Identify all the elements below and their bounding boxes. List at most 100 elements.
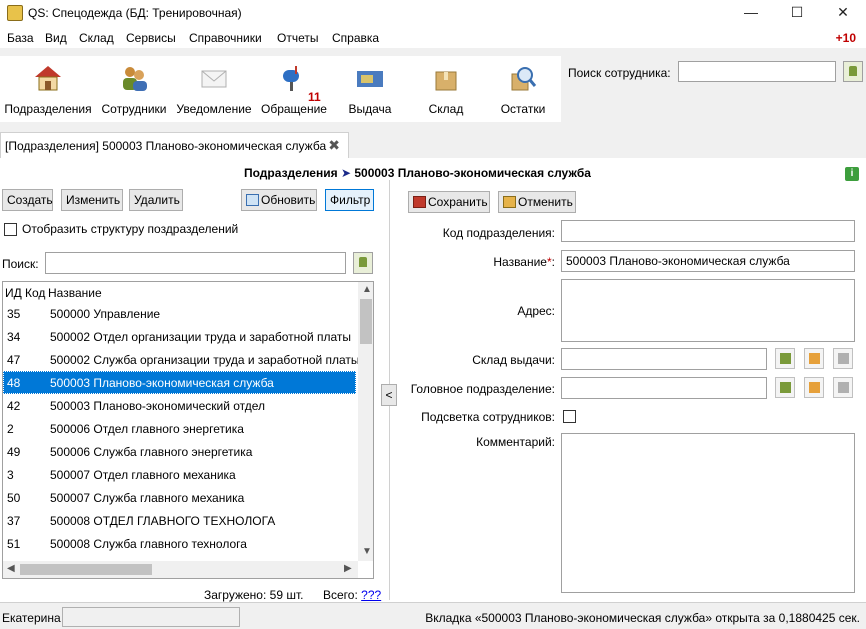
departments-list: ИД Код Название 35 500000 Управление 34 500… [2, 281, 374, 579]
list-item[interactable]: 3 500007 Отдел главного механика [3, 463, 356, 486]
loaded-count: Загружено: 59 шт. [204, 588, 304, 602]
list-search-label: Поиск: [2, 257, 39, 271]
total-count: Всего: ??? [323, 588, 381, 602]
column-name[interactable]: Название [48, 286, 102, 300]
employee-search-button[interactable] [843, 61, 863, 82]
menu-view[interactable]: Вид [45, 31, 67, 45]
find-icon [780, 382, 791, 393]
warehouse-label: Склад выдачи: [472, 353, 555, 367]
list-item[interactable]: 50 500007 Служба главного механика [3, 486, 356, 509]
list-item[interactable]: 37 500008 ОТДЕЛ ГЛАВНОГО ТЕХНОЛОГА [3, 509, 356, 532]
toolbar-stock-button[interactable]: Остатки [492, 56, 554, 120]
tab-department-500003[interactable]: [Подразделения] 500003 Планово-экономиче… [0, 132, 349, 158]
horizontal-scrollbar[interactable]: ◀ ▶ [3, 561, 358, 578]
name-input[interactable]: 500003 Планово-экономическая служба [561, 250, 855, 272]
list-item[interactable]: 2 500006 Отдел главного энергетика [3, 417, 356, 440]
comment-input[interactable] [561, 433, 855, 593]
toolbar-warehouse-button[interactable]: Склад [414, 56, 478, 120]
menu-warehouse[interactable]: Склад [79, 31, 114, 45]
people-icon [123, 67, 147, 91]
save-button[interactable]: Сохранить [408, 191, 490, 213]
save-label: Сохранить [428, 195, 488, 209]
toolbar-notification-button[interactable]: Уведомление [176, 56, 252, 120]
list-item[interactable]: 34 500002 Отдел организации труда и зараб… [3, 325, 356, 348]
menu-directories[interactable]: Справочники [189, 31, 262, 45]
parent-input[interactable] [561, 377, 767, 399]
list-item-name: 500007 Отдел главного механика [50, 468, 236, 482]
menu-help[interactable]: Справка [332, 31, 379, 45]
code-input[interactable] [561, 220, 855, 242]
list-item[interactable]: 48 500003 Планово-экономическая служба [3, 371, 356, 394]
list-item-name: 500006 Отдел главного энергетика [50, 422, 244, 436]
edit-icon [838, 353, 849, 364]
status-progress-box [62, 607, 240, 627]
updates-indicator[interactable]: +10 [836, 31, 856, 45]
cancel-label: Отменить [518, 195, 573, 209]
refresh-button[interactable]: Обновить [241, 189, 317, 211]
employee-search-input[interactable] [678, 61, 836, 82]
delete-button[interactable]: Удалить [129, 189, 183, 211]
box-icon [435, 71, 457, 91]
structure-checkbox[interactable] [4, 223, 17, 236]
scroll-right-icon[interactable]: ▶ [344, 563, 352, 574]
maximize-button[interactable]: ☐ [774, 0, 820, 26]
mailbox-icon [283, 66, 299, 91]
list-item-name: 500008 Служба главного технолога [50, 537, 247, 551]
toolbar-button-label: Выдача [348, 102, 392, 116]
list-search-input[interactable] [45, 252, 346, 274]
toolbar-employees-button[interactable]: Сотрудники [98, 56, 170, 120]
warehouse-input[interactable] [561, 348, 767, 370]
magnifier-icon [511, 67, 537, 91]
list-item-id: 47 [7, 353, 21, 367]
scroll-thumb[interactable] [20, 564, 152, 575]
address-input[interactable] [561, 279, 855, 342]
parent-edit-button[interactable] [833, 377, 853, 398]
list-item[interactable]: 51 500008 Служба главного технолога [3, 532, 356, 555]
toolbar-request-button[interactable]: 11 Обращение [260, 56, 328, 120]
column-id[interactable]: ИД [5, 286, 22, 300]
create-button[interactable]: Создать [2, 189, 53, 211]
filter-button[interactable]: Фильтр [325, 189, 374, 211]
warehouse-select-button[interactable] [804, 348, 824, 369]
list-item[interactable]: 35 500000 Управление [3, 302, 356, 325]
highlight-checkbox[interactable] [563, 410, 576, 423]
breadcrumb-arrow-icon: ➤ [340, 166, 351, 180]
parent-find-button[interactable] [775, 377, 795, 398]
scroll-down-icon[interactable]: ▼ [362, 546, 372, 557]
info-icon[interactable]: i [845, 167, 859, 181]
code-label: Код подразделения: [442, 226, 555, 240]
list-item[interactable]: 42 500003 Планово-экономический отдел [3, 394, 356, 417]
toolbar-issue-button[interactable]: Выдача [340, 56, 400, 120]
breadcrumb: Подразделения ➤ 500003 Планово-экономиче… [244, 166, 591, 180]
select-icon [809, 353, 820, 364]
list-item[interactable]: 49 500006 Служба главного энергетика [3, 440, 356, 463]
column-code[interactable]: Код [25, 286, 45, 300]
menu-baza[interactable]: База [7, 31, 34, 45]
total-link[interactable]: ??? [361, 588, 381, 602]
cancel-button[interactable]: Отменить [498, 191, 576, 213]
envelope-icon [201, 70, 227, 88]
warehouse-edit-button[interactable] [833, 348, 853, 369]
edit-button[interactable]: Изменить [61, 189, 123, 211]
menu-services[interactable]: Сервисы [126, 31, 176, 45]
list-item[interactable]: 47 500002 Служба организации труда и зара… [3, 348, 360, 371]
refresh-label: Обновить [261, 193, 316, 207]
close-button[interactable]: ✕ [820, 0, 866, 26]
scroll-up-icon[interactable]: ▲ [362, 284, 372, 295]
toolbar-departments-button[interactable]: Подразделения [4, 56, 92, 120]
list-item-id: 42 [7, 399, 21, 413]
toolbar-button-label: Склад [428, 102, 464, 116]
list-item-name: 500000 Управление [50, 307, 161, 321]
warehouse-find-button[interactable] [775, 348, 795, 369]
employee-search-label: Поиск сотрудника: [568, 66, 671, 80]
app-icon [7, 5, 23, 21]
parent-select-button[interactable] [804, 377, 824, 398]
minimize-button[interactable]: — [728, 0, 774, 26]
name-label: Название*: [355, 255, 555, 269]
address-label: Адрес: [517, 304, 555, 318]
toolbar: Подразделения Сотрудники Уведомление 11 … [0, 48, 866, 126]
tab-close-icon[interactable]: ✖ [328, 137, 340, 154]
name-label-colon: : [551, 255, 555, 269]
menu-reports[interactable]: Отчеты [277, 31, 318, 45]
scroll-left-icon[interactable]: ◀ [7, 563, 15, 574]
